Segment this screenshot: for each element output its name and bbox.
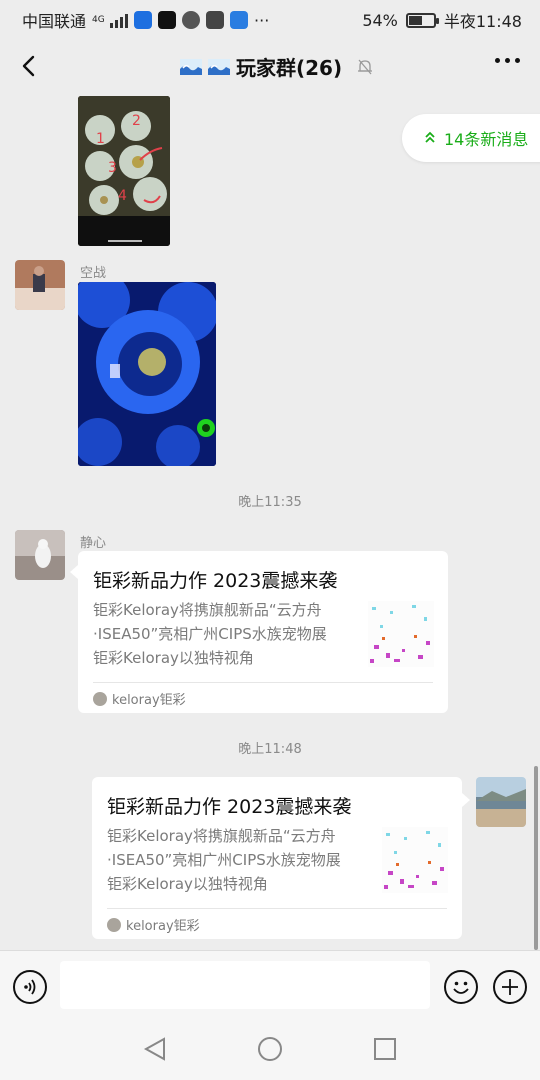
- message-input[interactable]: [60, 961, 430, 1009]
- nav-back-icon[interactable]: [142, 1036, 168, 1062]
- chat-header: 玩家群(26): [0, 36, 540, 96]
- bubble-tail: [462, 793, 470, 807]
- image-label-1: 1: [96, 131, 105, 147]
- chevron-left-icon[interactable]: [14, 50, 46, 82]
- sender-name: 空战: [80, 266, 107, 281]
- image-label-3: 3: [108, 160, 117, 176]
- new-messages-label: 14条新消息: [444, 130, 529, 149]
- avatar-image: [15, 260, 65, 310]
- message-input-bar: [0, 950, 540, 1020]
- mail-app-icon: [206, 11, 225, 29]
- image-content: [78, 96, 170, 246]
- card-title: 钜彩新品力作 2023震撼来袭: [107, 796, 352, 818]
- browser-app-icon: [182, 11, 201, 29]
- status-bar: 中国联通 4G ··· 54% 半夜11:48: [0, 0, 540, 36]
- sender-name: 静心: [80, 536, 107, 551]
- card-source-label: keloray钜彩: [126, 919, 200, 934]
- chat-title-group[interactable]: 玩家群(26): [180, 52, 374, 81]
- network-type: 4G: [92, 14, 105, 25]
- scrollbar[interactable]: [534, 766, 538, 950]
- mute-bell-icon: [358, 59, 373, 74]
- nav-home-icon[interactable]: [257, 1036, 283, 1062]
- card-thumbnail: [368, 601, 434, 667]
- battery-icon: [405, 12, 439, 28]
- bubble-tail: [70, 565, 78, 579]
- shared-image-coral-photo[interactable]: 1 2 3 4: [78, 96, 170, 246]
- card-title: 钜彩新品力作 2023震撼来袭: [93, 570, 338, 592]
- battery-percent: 54%: [362, 10, 398, 30]
- card-source-label: keloray钜彩: [112, 693, 186, 708]
- tiktok-app-icon: [158, 11, 177, 29]
- card-source: keloray钜彩: [107, 915, 200, 934]
- timestamp: 晚上11:48: [238, 742, 302, 757]
- nav-recents-icon[interactable]: [372, 1036, 398, 1062]
- more-notifications: ···: [254, 10, 270, 30]
- clock: 半夜11:48: [443, 12, 522, 31]
- card-source: keloray钜彩: [93, 689, 186, 708]
- signal-icon: [110, 12, 129, 28]
- card-description: 钜彩Keloray将携旗舰新品“云方舟 ·ISEA50”亮相广州CIPS水族宠物…: [107, 824, 357, 896]
- card-divider: [107, 908, 447, 909]
- timestamp: 晚上11:35: [238, 495, 302, 510]
- avatar-image: [15, 530, 65, 580]
- card-divider: [93, 682, 433, 683]
- new-messages-button[interactable]: 14条新消息: [402, 114, 540, 162]
- card-description: 钜彩Keloray将携旗舰新品“云方舟 ·ISEA50”亮相广州CIPS水族宠物…: [93, 598, 343, 670]
- avatar[interactable]: [476, 777, 526, 827]
- page-title: 玩家群(26): [236, 56, 343, 80]
- card-desc-line: ·ISEA50”亮相广州CIPS水族宠物展: [93, 625, 327, 643]
- image-content: [78, 282, 216, 466]
- link-card-message[interactable]: 钜彩新品力作 2023震撼来袭 钜彩Keloray将携旗舰新品“云方舟 ·ISE…: [78, 551, 448, 713]
- system-nav-bar: [0, 1020, 540, 1080]
- image-label-4: 4: [118, 188, 127, 204]
- avatar[interactable]: [15, 260, 65, 310]
- chat-messages[interactable]: 1 2 3 4 14条新消息 空战 晚上11:35 静心 钜彩新品力作 2023…: [0, 96, 540, 950]
- weather-app-icon: [230, 11, 249, 29]
- card-desc-line: 钜彩Keloray将携旗舰新品“云方舟: [93, 601, 322, 619]
- carrier-label: 中国联通: [22, 12, 87, 31]
- card-thumbnail: [382, 827, 448, 893]
- card-desc-line: 钜彩Keloray以独特视角: [93, 649, 254, 667]
- source-avatar-icon: [93, 691, 107, 706]
- double-chevron-up-icon: [425, 131, 435, 143]
- voice-icon[interactable]: [13, 970, 47, 1004]
- wave-emoji-icon: [208, 58, 230, 75]
- avatar[interactable]: [15, 530, 65, 580]
- source-avatar-icon: [107, 917, 121, 932]
- image-label-2: 2: [132, 113, 141, 129]
- avatar-image: [476, 777, 526, 827]
- shared-image-coral-blue[interactable]: [78, 282, 216, 466]
- link-card-message[interactable]: 钜彩新品力作 2023震撼来袭 钜彩Keloray将携旗舰新品“云方舟 ·ISE…: [92, 777, 462, 939]
- card-desc-line: ·ISEA50”亮相广州CIPS水族宠物展: [107, 851, 341, 869]
- wave-emoji-icon: [180, 58, 202, 75]
- emoji-icon[interactable]: [444, 970, 478, 1004]
- plus-icon[interactable]: [493, 970, 527, 1004]
- card-desc-line: 钜彩Keloray将携旗舰新品“云方舟: [107, 827, 336, 845]
- card-desc-line: 钜彩Keloray以独特视角: [107, 875, 268, 893]
- more-dots-icon[interactable]: [495, 58, 520, 63]
- shield-app-icon: [134, 11, 153, 29]
